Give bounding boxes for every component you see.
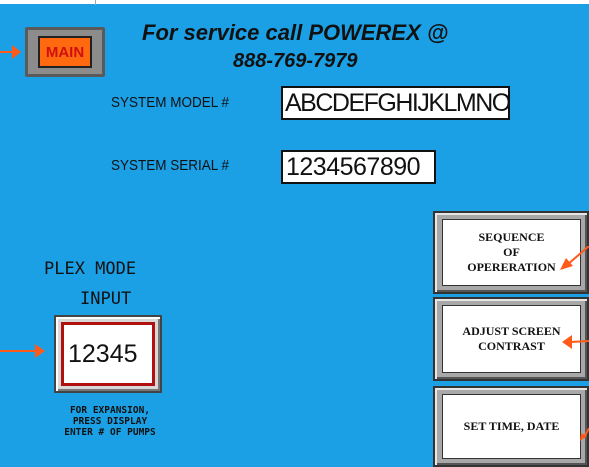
hmi-screen: MAIN For service call POWEREX @ 888-769-… <box>0 0 589 467</box>
system-serial-field: 1234567890 <box>281 150 436 184</box>
plex-mode-title: PLEX MODE <box>44 259 137 279</box>
set-time-date-button[interactable]: SET TIME, DATE <box>433 386 589 467</box>
arrow-icon <box>0 344 45 358</box>
main-button[interactable]: MAIN <box>25 27 105 77</box>
service-text-line1: For service call POWEREX @ <box>142 20 449 45</box>
time-button-face: SET TIME, DATE <box>442 394 581 459</box>
plex-mode-value: 12345 <box>61 322 155 386</box>
plex-mode-subtitle: INPUT <box>80 289 132 309</box>
sequence-label-line1: SEQUENCE <box>478 230 545 244</box>
contrast-label-line2: CONTRAST <box>478 339 545 353</box>
expansion-note-line2: PRESS DISPLAY <box>72 416 148 427</box>
expansion-note-line1: FOR EXPANSION, <box>69 405 151 416</box>
arrow-icon <box>560 246 589 270</box>
service-phone: 888-769-7979 <box>233 50 358 72</box>
system-model-field: ABCDEFGHIJKLMNO <box>281 86 510 120</box>
plex-mode-input[interactable]: 12345 <box>54 315 162 393</box>
contrast-label-line1: ADJUST SCREEN <box>462 324 561 338</box>
expansion-note: FOR EXPANSION, PRESS DISPLAY ENTER # OF … <box>30 405 190 438</box>
main-button-label: MAIN <box>38 36 92 68</box>
arrow-icon <box>0 45 21 59</box>
top-tick <box>95 0 96 5</box>
expansion-note-line3: ENTER # OF PUMPS <box>64 427 156 438</box>
top-border <box>0 0 589 4</box>
sequence-label-line3: OPERERATION <box>467 260 556 274</box>
sequence-label-line2: OF <box>503 245 520 259</box>
arrow-icon <box>562 335 589 349</box>
time-button-label: SET TIME, DATE <box>463 419 560 433</box>
system-serial-label: SYSTEM SERIAL # <box>111 157 230 174</box>
arrow-icon <box>580 428 589 441</box>
system-model-label: SYSTEM MODEL # <box>111 94 230 111</box>
